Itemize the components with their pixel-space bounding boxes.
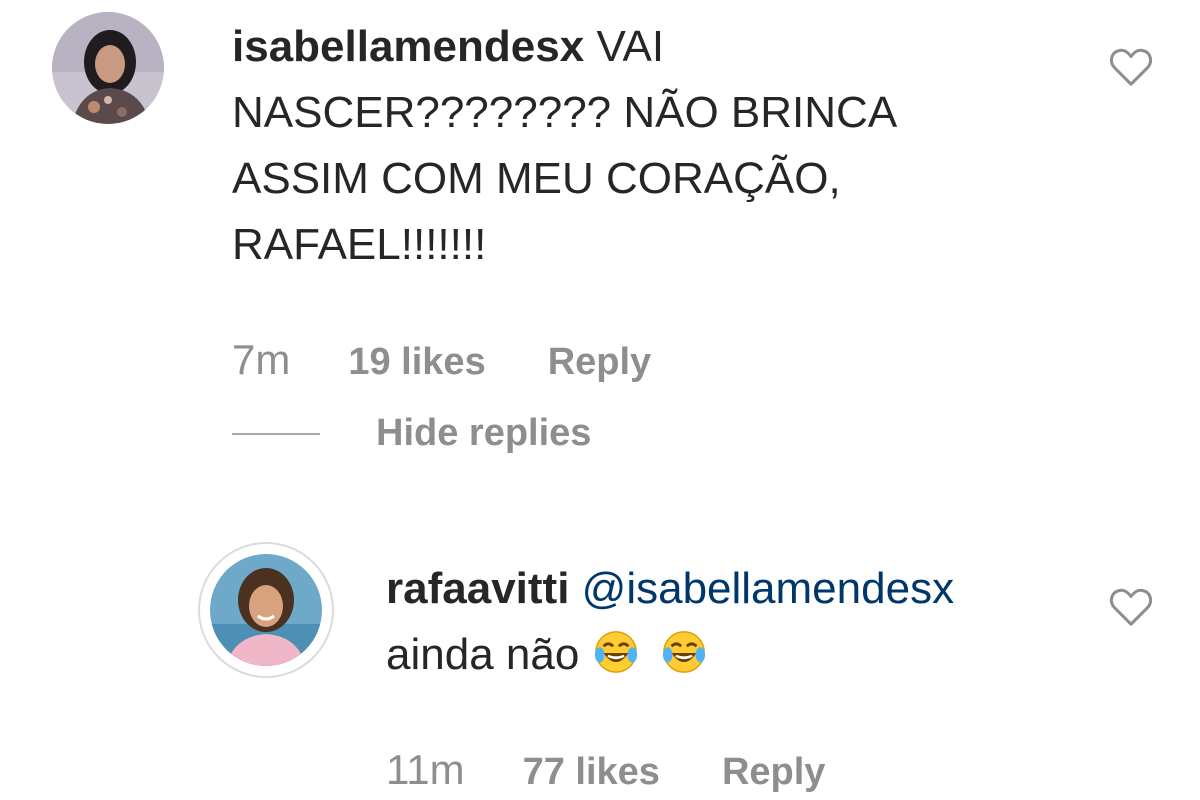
hide-replies-label: Hide replies bbox=[376, 412, 592, 454]
comment-time: 7m bbox=[232, 336, 291, 383]
comment-text-line: NASCER???????? NÃO BRINCA bbox=[232, 88, 898, 137]
comment-line-1: isabellamendesx VAI bbox=[232, 14, 1052, 80]
comment-body: isabellamendesx VAI NASCER???????? NÃO B… bbox=[232, 14, 1052, 278]
reply-username[interactable]: rafaavitti bbox=[386, 564, 569, 613]
avatar[interactable] bbox=[52, 12, 164, 124]
hide-replies-button[interactable]: Hide replies bbox=[232, 412, 591, 455]
comment-username[interactable]: isabellamendesx bbox=[232, 22, 584, 71]
reply-meta: 11m 77 likes Reply bbox=[386, 746, 825, 794]
likes-count[interactable]: 19 likes bbox=[348, 341, 485, 384]
reply-line-1: rafaavitti @isabellamendesx bbox=[386, 556, 1086, 622]
divider-line bbox=[232, 432, 320, 435]
reply-button[interactable]: Reply bbox=[722, 751, 825, 794]
reply-time: 11m bbox=[386, 746, 465, 793]
heart-outline-icon[interactable] bbox=[1108, 46, 1154, 88]
reply-body: rafaavitti @isabellamendesx ainda não bbox=[386, 556, 1086, 688]
profile-photo-isabellamendesx bbox=[52, 12, 164, 124]
comment-text-line: RAFAEL!!!!!!! bbox=[232, 220, 487, 269]
profile-photo-rafaavitti bbox=[210, 554, 322, 666]
comment-text-line: VAI bbox=[596, 22, 665, 71]
reply-button[interactable]: Reply bbox=[548, 341, 651, 384]
likes-count[interactable]: 77 likes bbox=[523, 751, 660, 794]
reply-text: ainda não bbox=[386, 630, 580, 679]
reply-line-2: ainda não bbox=[386, 622, 1086, 688]
face-with-tears-of-joy-icon bbox=[595, 631, 638, 673]
comment-text-line: ASSIM COM MEU CORAÇÃO, bbox=[232, 154, 841, 203]
avatar-with-ring[interactable] bbox=[198, 542, 334, 678]
mention-link[interactable]: @isabellamendesx bbox=[582, 564, 954, 613]
comments-panel: isabellamendesx VAI NASCER???????? NÃO B… bbox=[0, 0, 1200, 800]
face-with-tears-of-joy-icon bbox=[663, 631, 706, 673]
comment-meta: 7m 19 likes Reply bbox=[232, 336, 651, 384]
heart-outline-icon[interactable] bbox=[1108, 586, 1154, 628]
